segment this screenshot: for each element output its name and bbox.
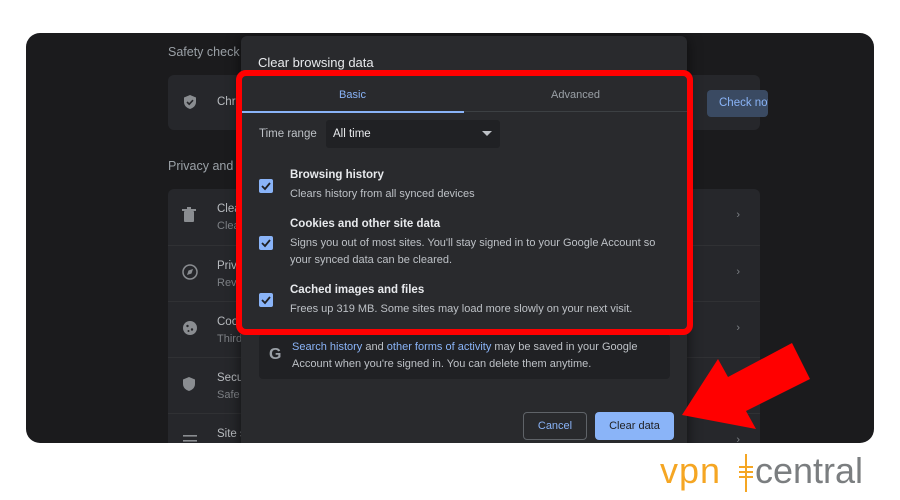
row-title: Priv — [217, 260, 237, 272]
search-history-link[interactable]: Search history — [292, 341, 362, 353]
chevron-right-icon: › — [736, 434, 740, 443]
info-text: Search history and other forms of activi… — [292, 339, 662, 373]
highlight-box — [236, 70, 693, 335]
row-subtitle: Safe — [217, 389, 240, 401]
google-g-icon: G — [269, 346, 282, 363]
safety-row-text: Chr — [217, 96, 236, 108]
compass-icon — [182, 264, 200, 282]
dialog-title: Clear browsing data — [258, 55, 374, 70]
red-arrow-icon — [682, 343, 810, 429]
chevron-right-icon: › — [736, 322, 740, 334]
logo-vpn-text: vpn — [660, 450, 722, 491]
trash-icon — [182, 207, 200, 225]
shield-icon — [182, 376, 200, 394]
logo-separator-icon — [739, 454, 753, 492]
settings-icon — [182, 432, 200, 443]
info-box: G Search history and other forms of acti… — [259, 334, 670, 379]
row-subtitle: Third — [217, 333, 243, 345]
cookie-icon — [182, 320, 200, 338]
other-activity-link[interactable]: other forms of activity — [387, 341, 492, 353]
cancel-button[interactable]: Cancel — [523, 412, 587, 440]
row-title: Secu — [217, 372, 244, 384]
chevron-right-icon: › — [736, 266, 740, 278]
logo-central-text: central — [755, 450, 864, 491]
vpncentral-logo: vpn central — [660, 450, 890, 495]
privacy-heading: Privacy and — [168, 159, 234, 173]
chevron-right-icon: › — [736, 209, 740, 221]
info-text-and: and — [362, 341, 387, 353]
row-subtitle: Rev — [217, 277, 237, 289]
check-now-button[interactable]: Check now — [707, 90, 768, 117]
shield-check-icon — [182, 94, 198, 115]
row-title: Coo — [217, 316, 239, 328]
safety-check-heading: Safety check — [168, 45, 240, 59]
